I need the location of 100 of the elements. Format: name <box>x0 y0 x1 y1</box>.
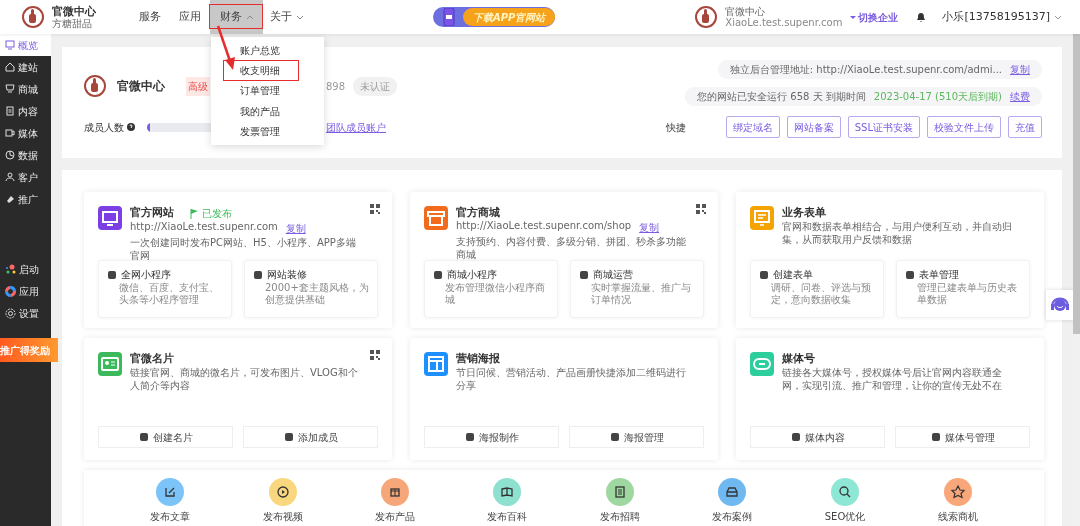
brand-title: 官微中心 <box>52 4 96 18</box>
feature-description: 管理已建表单与历史表单数据 <box>916 282 1018 305</box>
feature-title: 商城运营 <box>593 268 633 282</box>
sidebar-item[interactable]: 客户 <box>0 166 51 188</box>
square-icon <box>579 269 589 280</box>
sidebar-item[interactable]: 媒体 <box>0 122 51 144</box>
action-button[interactable]: 创建名片 <box>98 426 233 448</box>
action-button[interactable]: 海报制作 <box>424 426 559 448</box>
logo-icon <box>695 6 718 28</box>
card-title: 营销海报 <box>456 352 500 367</box>
team-accounts-link[interactable]: 团队成员账户 <box>326 119 386 135</box>
feature-panel[interactable]: 网站装修 2000+套主题风格，为创意提供基础 <box>244 260 378 318</box>
shortcut-button[interactable]: 发布百科 <box>487 478 528 526</box>
user-menu[interactable]: 小乐[13758195137] <box>936 7 1068 27</box>
document-icon <box>5 106 15 116</box>
gear-icon <box>5 307 16 319</box>
support-button[interactable] <box>1046 290 1074 320</box>
qr-code-icon[interactable] <box>370 350 380 360</box>
square-icon <box>609 432 620 442</box>
sidebar-item[interactable]: 应用 <box>0 280 51 302</box>
chevron-icon <box>245 13 254 21</box>
feature-title: 创建表单 <box>773 268 813 282</box>
card-description: 支持预约、内容付费、多级分销、拼团、秒杀多功能商城 <box>456 236 687 262</box>
sidebar-item[interactable]: 建站 <box>0 56 51 78</box>
feature-panel[interactable]: 商城运营 实时掌握流量、推广与订单情况 <box>570 260 704 318</box>
feature-title: 网站装修 <box>267 268 307 282</box>
expiry-date: 2023-04-17 (510天后到期) <box>873 90 1002 104</box>
sidebar-item[interactable]: 数据 <box>0 144 51 166</box>
shortcut-button[interactable]: 线索商机 <box>937 478 978 526</box>
feature-description: 微信、百度、支付宝、头条等小程序管理 <box>118 282 220 305</box>
feature-panel[interactable]: 全网小程序 微信、百度、支付宝、头条等小程序管理 <box>98 260 232 318</box>
sidebar-item[interactable]: 推广 <box>0 188 51 210</box>
quick-button[interactable]: 网站备案 <box>786 116 841 138</box>
card-description: 节日问候、营销活动、产品画册快捷添加二维码进行分享 <box>456 367 687 393</box>
action-button[interactable]: 添加成员 <box>243 426 378 448</box>
square-icon <box>905 269 915 280</box>
shortcut-button[interactable]: 发布视频 <box>262 478 303 526</box>
sidebar-item[interactable]: 内容 <box>0 100 51 122</box>
account-name: 官微中心 <box>725 6 767 17</box>
feature-panel[interactable]: 创建表单 调研、问卷、评选与预定，意向数据收集 <box>750 260 884 318</box>
square-icon <box>283 432 294 442</box>
person-icon <box>5 172 15 182</box>
bell-icon[interactable] <box>916 11 927 23</box>
qr-code-icon[interactable] <box>696 204 706 214</box>
sidebar-item[interactable]: 启动 <box>0 258 51 280</box>
quick-button[interactable]: 充值 <box>1008 116 1042 138</box>
quick-button[interactable]: 绑定域名 <box>725 116 780 138</box>
feature-title: 商城小程序 <box>447 268 497 282</box>
nav-tab[interactable]: 应用 <box>170 0 210 34</box>
card-title: 官方网站 <box>130 206 174 221</box>
copy-link[interactable]: 复制 <box>285 221 306 236</box>
qr-code-icon[interactable] <box>370 204 380 214</box>
status-tag: 未认证 <box>353 76 398 96</box>
action-button[interactable]: 媒体内容 <box>750 426 885 448</box>
square-icon <box>138 432 149 442</box>
quick-button[interactable]: 校验文件上传 <box>927 116 1001 138</box>
switch-link[interactable]: 切换企业 <box>850 9 899 25</box>
published-status: 已发布 <box>190 206 232 221</box>
card-description: 链接官网、商城的微名片，可发布图片、VLOG和个人简介等内容 <box>130 367 359 393</box>
square-icon <box>107 269 117 280</box>
feature-description: 实时掌握流量、推广与订单情况 <box>590 282 692 305</box>
sidebar-item[interactable]: 商城 <box>0 78 51 100</box>
action-button[interactable]: 媒体号管理 <box>895 426 1030 448</box>
feature-panel[interactable]: 商城小程序 发布管理微信小程序商城 <box>424 260 558 318</box>
card-description: 链接各大媒体号，授权媒体号后让官网内容联通全网，实现引流、推广和管理，让你的宣传无处不在 <box>782 367 1003 393</box>
logo-icon <box>22 6 44 28</box>
copy-link[interactable]: 复制 <box>1010 62 1030 77</box>
members-label: 成员人数 <box>84 120 124 135</box>
square-icon <box>433 269 443 280</box>
sidebar-item[interactable]: 概览 <box>0 34 51 56</box>
clock-icon <box>5 150 15 160</box>
square-icon <box>930 432 941 442</box>
status-tag: 898 <box>326 76 346 96</box>
monitor-icon <box>5 40 15 50</box>
dots-icon <box>5 263 16 275</box>
square-icon <box>464 432 475 442</box>
shortcut-button[interactable]: 发布案例 <box>712 478 753 526</box>
feature-panel[interactable]: 表单管理 管理已建表单与历史表单数据 <box>896 260 1030 318</box>
status-tag: 高级 <box>186 76 210 96</box>
card-url: http://XiaoLe.test.supenr.com/shop <box>456 220 632 234</box>
sidebar-item[interactable]: 设置 <box>0 302 51 324</box>
feature-description: 发布管理微信小程序商城 <box>444 282 546 305</box>
card-title: 业务表单 <box>782 206 826 221</box>
account-domain: XiaoLe.test.supenr.com <box>725 17 843 28</box>
feature-title: 全网小程序 <box>121 268 171 282</box>
nav-tab[interactable]: 关于 <box>263 0 311 34</box>
shortcut-button[interactable]: 发布文章 <box>150 478 191 526</box>
arrow <box>216 25 235 70</box>
menu-item[interactable]: 收支明细 <box>223 60 299 81</box>
copy-link[interactable]: 复制 <box>639 220 660 236</box>
action-button[interactable]: 海报管理 <box>569 426 704 448</box>
shortcut-button[interactable]: 发布招聘 <box>599 478 640 526</box>
renew-link[interactable]: 续费 <box>1010 89 1030 104</box>
quick-button[interactable]: SSL证书安装 <box>847 116 920 138</box>
feature-description: 调研、问卷、评选与预定，意向数据收集 <box>770 282 872 305</box>
highlight-box <box>209 4 263 29</box>
nav-tab[interactable]: 服务 <box>130 0 170 34</box>
shortcut-button[interactable]: SEO优化 <box>824 478 866 526</box>
shortcut-button[interactable]: 发布产品 <box>375 478 416 526</box>
brand-subtitle: 方糖甜品 <box>52 18 93 30</box>
